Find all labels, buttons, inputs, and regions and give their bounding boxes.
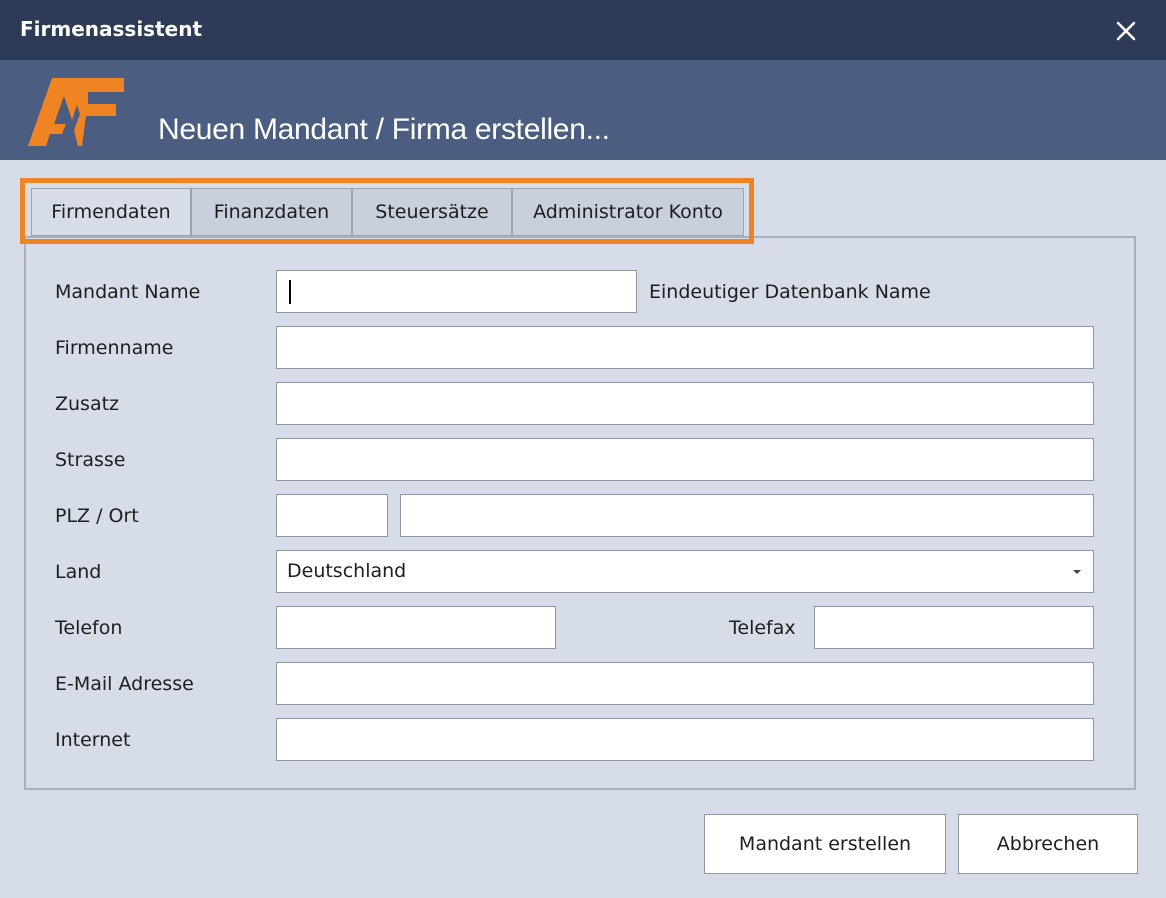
telefon-label: Telefon <box>55 617 123 639</box>
internet-input[interactable] <box>276 718 1094 761</box>
header-title: Neuen Mandant / Firma erstellen... <box>158 113 610 146</box>
firmenname-input[interactable] <box>276 326 1094 369</box>
ort-input[interactable] <box>400 494 1094 537</box>
strasse-label: Strasse <box>55 449 126 471</box>
mandant-name-label: Mandant Name <box>55 281 201 303</box>
header-banner: Neuen Mandant / Firma erstellen... <box>0 60 1166 160</box>
land-select[interactable]: Deutschland <box>276 550 1094 593</box>
telefax-label: Telefax <box>729 617 796 639</box>
cancel-button[interactable]: Abbrechen <box>958 814 1138 874</box>
land-selected-value: Deutschland <box>287 560 407 582</box>
telefon-input[interactable] <box>276 606 556 649</box>
plz-ort-label: PLZ / Ort <box>55 505 139 527</box>
telefax-input[interactable] <box>814 606 1094 649</box>
chevron-down-icon <box>1073 570 1081 574</box>
strasse-input[interactable] <box>276 438 1094 481</box>
window-title: Firmenassistent <box>20 17 203 41</box>
text-cursor <box>289 280 291 304</box>
zusatz-label: Zusatz <box>55 393 120 415</box>
internet-label: Internet <box>55 729 131 751</box>
email-label: E-Mail Adresse <box>55 673 194 695</box>
close-icon[interactable] <box>1112 17 1140 45</box>
af-logo-icon <box>28 78 124 146</box>
mandant-name-hint: Eindeutiger Datenbank Name <box>649 281 931 303</box>
zusatz-input[interactable] <box>276 382 1094 425</box>
firmenname-label: Firmenname <box>55 337 174 359</box>
create-mandant-button[interactable]: Mandant erstellen <box>704 814 946 874</box>
tabs-highlight-frame <box>20 178 754 244</box>
title-bar: Firmenassistent <box>0 0 1166 60</box>
land-label: Land <box>55 561 102 583</box>
mandant-name-input[interactable] <box>276 270 637 313</box>
plz-input[interactable] <box>276 494 388 537</box>
email-input[interactable] <box>276 662 1094 705</box>
